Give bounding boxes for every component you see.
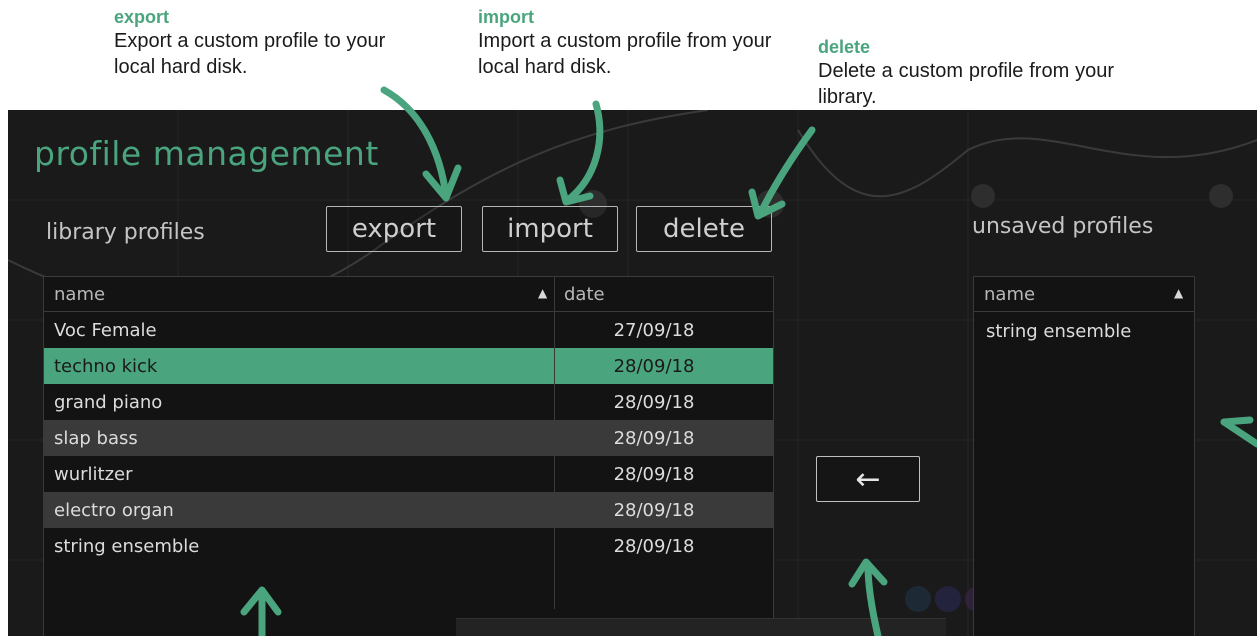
profile-date: 28/09/18 <box>613 428 695 449</box>
delete-annotation-body: Delete a custom profile from your librar… <box>818 60 1114 108</box>
export-annotation: export Export a custom profile to your l… <box>114 6 424 80</box>
export-button[interactable]: export <box>326 206 462 252</box>
delete-annotation-heading: delete <box>818 37 871 57</box>
profile-date: 28/09/18 <box>613 500 695 521</box>
table-header: name ▲ <box>974 277 1194 312</box>
import-button[interactable]: import <box>482 206 618 252</box>
profile-name: wurlitzer <box>54 464 133 485</box>
profile-date: 28/09/18 <box>613 464 695 485</box>
delete-button[interactable]: delete <box>636 206 772 252</box>
column-header-name[interactable]: name <box>54 284 105 305</box>
table-row[interactable]: string ensemble 28/09/18 <box>44 528 773 564</box>
table-row[interactable]: wurlitzer 28/09/18 <box>44 456 773 492</box>
sort-ascending-icon[interactable]: ▲ <box>538 286 547 300</box>
import-annotation: import Import a custom profile from your… <box>478 6 788 80</box>
profile-date: 28/09/18 <box>613 356 695 377</box>
list-item[interactable]: string ensemble <box>986 321 1131 342</box>
import-annotation-body: Import a custom profile from your local … <box>478 30 772 78</box>
table-row[interactable]: Voc Female 27/09/18 <box>44 312 773 348</box>
delete-annotation: delete Delete a custom profile from your… <box>818 36 1114 110</box>
profile-name: techno kick <box>54 356 158 377</box>
bottom-bar <box>456 618 946 636</box>
table-row[interactable]: slap bass 28/09/18 <box>44 420 773 456</box>
profile-date: 28/09/18 <box>613 536 695 557</box>
column-divider <box>554 277 555 609</box>
import-annotation-heading: import <box>478 7 534 27</box>
export-annotation-heading: export <box>114 7 170 27</box>
export-annotation-body: Export a custom profile to your local ha… <box>114 30 386 78</box>
column-header-date[interactable]: date <box>564 284 605 305</box>
profile-name: Voc Female <box>54 320 157 341</box>
profile-date: 27/09/18 <box>613 320 695 341</box>
profile-name: slap bass <box>54 428 138 449</box>
page-title: profile management <box>34 134 379 173</box>
profile-date: 28/09/18 <box>613 392 695 413</box>
profile-name: electro organ <box>54 500 174 521</box>
move-to-library-button[interactable]: ← <box>816 456 920 502</box>
unsaved-profiles-label: unsaved profiles <box>972 214 1154 239</box>
profile-name: string ensemble <box>54 536 200 557</box>
unsaved-profiles-table: name ▲ string ensemble <box>973 276 1195 636</box>
library-profiles-table: name ▲ date Voc Female 27/09/18 techno kic… <box>43 276 774 636</box>
profile-management-panel: profile management library profiles unsa… <box>8 110 1257 636</box>
table-row[interactable]: electro organ 28/09/18 <box>44 492 773 528</box>
profile-name: grand piano <box>54 392 163 413</box>
table-row[interactable]: techno kick 28/09/18 <box>44 348 773 384</box>
library-profiles-label: library profiles <box>46 220 205 245</box>
table-row[interactable]: grand piano 28/09/18 <box>44 384 773 420</box>
table-header: name ▲ date <box>44 277 773 312</box>
sort-ascending-icon[interactable]: ▲ <box>1174 286 1183 300</box>
column-header-name[interactable]: name <box>984 284 1035 305</box>
